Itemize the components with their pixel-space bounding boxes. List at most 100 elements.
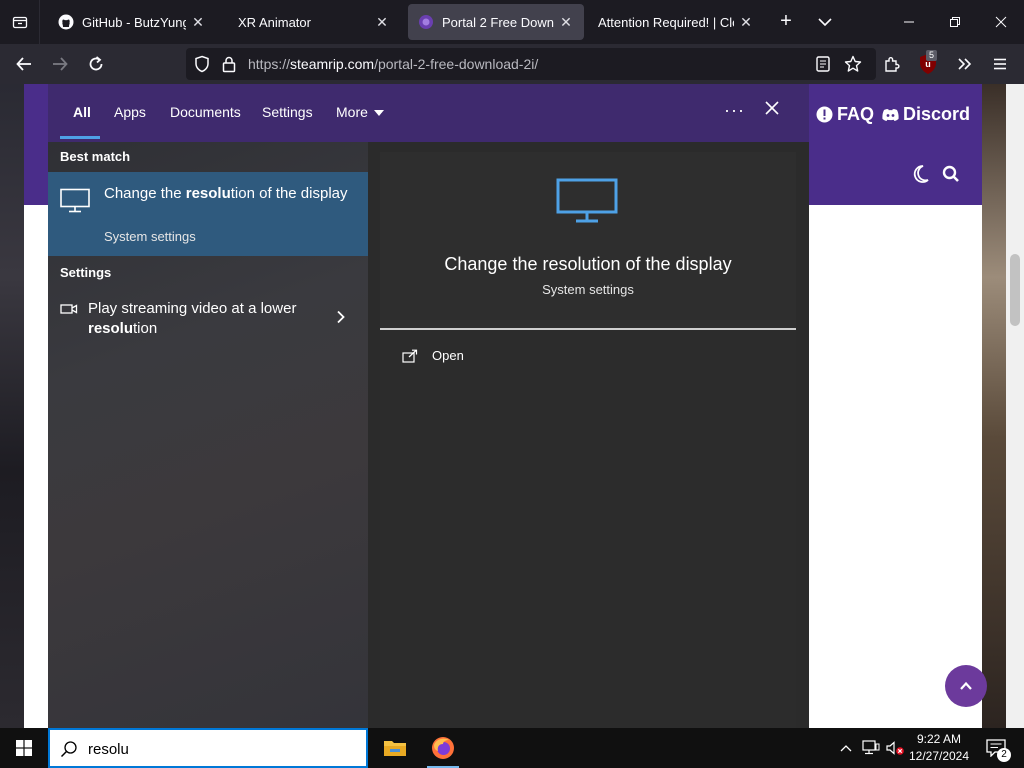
chevron-down-icon[interactable] — [814, 12, 836, 32]
folder-icon — [384, 741, 406, 756]
chevron-up-icon — [840, 745, 852, 752]
exclamation-circle-icon — [816, 106, 833, 123]
close-icon[interactable] — [764, 100, 780, 116]
best-match-result[interactable]: Change the resolution of the display Sys… — [48, 172, 368, 256]
search-results-list: Best match Change the resolution of the … — [48, 142, 368, 728]
steamrip-favicon-icon — [419, 15, 433, 29]
list-all-tabs-button[interactable] — [0, 0, 40, 44]
search-icon — [60, 741, 77, 758]
clock-time: 9:22 AM — [916, 732, 962, 746]
url-scheme: https:// — [248, 56, 291, 72]
filter-apps-tab[interactable]: Apps — [114, 104, 146, 120]
url-bar[interactable]: https://steamrip.com/portal-2-free-downl… — [186, 48, 876, 80]
best-match-subtitle: System settings — [104, 229, 196, 244]
title-text: Play streaming video at a lower — [88, 300, 297, 317]
chevron-up-icon — [960, 681, 972, 690]
filter-all-tab[interactable]: All — [73, 104, 91, 120]
tab-label: GitHub - ButzYung/Sys — [82, 14, 186, 30]
title-highlight: resolu — [185, 185, 231, 202]
tab-label: Portal 2 Free Download — [442, 14, 554, 30]
open-action[interactable]: Open — [402, 348, 464, 363]
search-icon[interactable] — [942, 164, 960, 184]
taskbar-clock[interactable]: 9:22 AM 12/27/2024 — [904, 731, 974, 765]
close-tab-icon[interactable]: ✕ — [558, 14, 574, 31]
lock-icon[interactable] — [222, 55, 236, 73]
close-tab-icon[interactable]: ✕ — [374, 14, 390, 31]
tab-attention-required[interactable]: Attention Required! | Cloud ✕ — [588, 4, 764, 40]
hamburger-menu-icon — [994, 58, 1006, 70]
arrow-right-icon — [53, 57, 68, 71]
volume-button[interactable] — [884, 728, 906, 768]
shield-icon[interactable] — [194, 55, 210, 73]
moon-icon[interactable] — [912, 164, 930, 184]
taskbar-search-box[interactable] — [48, 728, 368, 768]
more-options-icon[interactable]: ··· — [724, 100, 745, 121]
title-highlight: resolu — [88, 320, 134, 337]
filter-more-dropdown[interactable]: More — [336, 104, 384, 120]
discord-link[interactable]: Discord — [882, 104, 970, 125]
tab-list-icon — [12, 16, 27, 29]
file-explorer-app[interactable] — [371, 728, 419, 768]
network-status-button[interactable] — [860, 728, 882, 768]
monitor-icon — [60, 188, 90, 213]
ublock-origin-extension-button[interactable]: u 5 — [916, 50, 940, 76]
firefox-icon — [432, 737, 454, 759]
scrollbar-thumb[interactable] — [1010, 254, 1020, 326]
chevron-right-icon[interactable] — [336, 310, 346, 324]
bookmark-star-icon[interactable] — [844, 55, 862, 73]
close-icon — [995, 16, 1007, 28]
show-hidden-icons-button[interactable] — [836, 728, 856, 768]
tab-portal-2[interactable]: Portal 2 Free Download ✕ — [408, 4, 584, 40]
action-center-button[interactable]: 2 — [978, 728, 1014, 768]
app-menu-button[interactable] — [986, 50, 1014, 78]
preview-divider — [380, 328, 796, 330]
extension-badge-count: 5 — [926, 50, 938, 61]
browser-tab-bar: GitHub - ButzYung/Sys ✕ XR Animator ✕ Po… — [0, 0, 1024, 44]
discord-icon — [882, 108, 899, 121]
tab-xr-animator[interactable]: XR Animator ✕ — [228, 4, 400, 40]
forward-button[interactable] — [46, 50, 74, 78]
minimize-button[interactable] — [886, 0, 932, 44]
close-tab-icon[interactable]: ✕ — [738, 14, 754, 31]
close-tab-icon[interactable]: ✕ — [190, 14, 206, 31]
tab-label: XR Animator — [238, 14, 311, 30]
windows-logo-icon — [16, 740, 32, 756]
tab-label: Attention Required! | Cloud — [598, 14, 734, 30]
speaker-muted-icon — [886, 741, 904, 755]
close-window-button[interactable] — [978, 0, 1024, 44]
restore-icon — [950, 17, 960, 27]
clock-date: 12/27/2024 — [908, 749, 970, 763]
preview-header: Change the resolution of the display Sys… — [380, 152, 796, 328]
monitor-icon — [556, 178, 618, 223]
windows-search-flyout: All Apps Documents Settings More ··· Bes… — [48, 84, 809, 728]
settings-header: Settings — [60, 265, 112, 280]
firefox-app[interactable] — [419, 728, 467, 768]
extensions-button[interactable] — [878, 50, 906, 78]
back-button[interactable] — [10, 50, 38, 78]
url-path: /portal-2-free-download-2i/ — [374, 56, 539, 72]
tab-github[interactable]: GitHub - ButzYung/Sys ✕ — [48, 4, 216, 40]
result-preview-pane: Change the resolution of the display Sys… — [380, 152, 796, 728]
network-icon — [862, 740, 880, 755]
search-input[interactable] — [88, 738, 348, 760]
restore-button[interactable] — [932, 0, 978, 44]
windows-taskbar: 9:22 AM 12/27/2024 2 — [0, 728, 1024, 768]
scroll-to-top-button[interactable] — [945, 665, 987, 707]
new-tab-button[interactable]: + — [774, 10, 798, 34]
filter-documents-tab[interactable]: Documents — [170, 104, 241, 120]
page-scrollbar[interactable] — [1006, 84, 1024, 728]
more-tools-button[interactable] — [950, 50, 978, 78]
title-text: Change the — [104, 185, 186, 202]
start-button[interactable] — [0, 728, 48, 768]
settings-result-title: Play streaming video at a lower resoluti… — [88, 299, 318, 339]
minimize-icon — [904, 21, 914, 23]
puzzle-piece-icon — [885, 57, 900, 72]
filter-settings-tab[interactable]: Settings — [262, 104, 313, 120]
faq-link[interactable]: FAQ — [816, 104, 874, 125]
settings-result-streaming-video[interactable]: Play streaming video at a lower resoluti… — [48, 294, 368, 342]
title-text: tion — [133, 320, 158, 337]
notification-count-badge: 2 — [997, 748, 1011, 762]
url-text[interactable]: https://steamrip.com/portal-2-free-downl… — [248, 56, 538, 72]
reader-view-icon[interactable] — [816, 56, 830, 72]
reload-button[interactable] — [82, 50, 110, 78]
